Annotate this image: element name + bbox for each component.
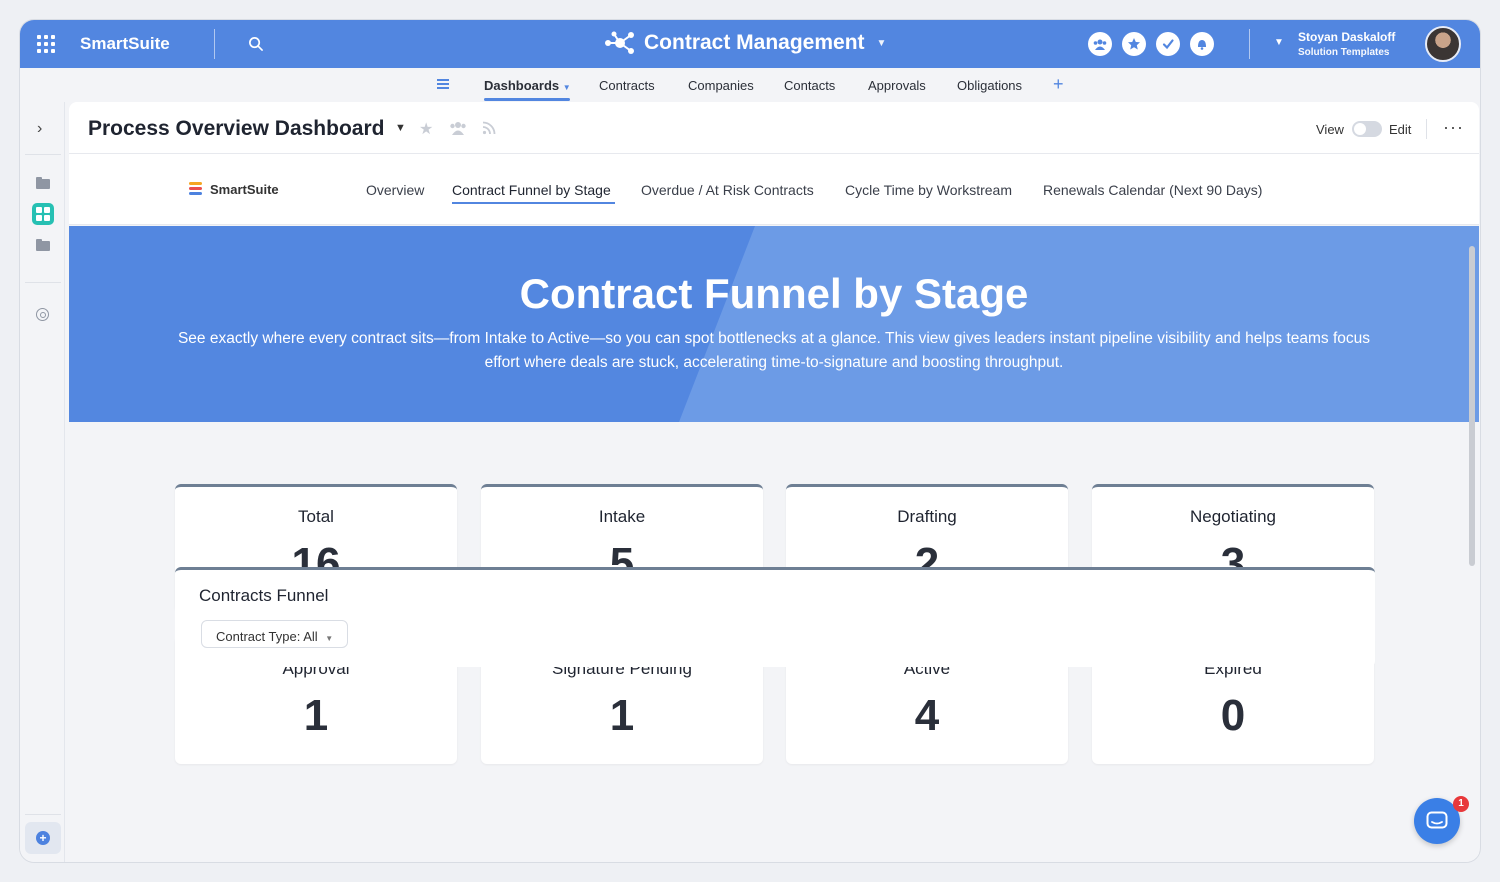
search-icon[interactable] [248,36,263,51]
stat-value: 0 [1220,691,1246,740]
folder-icon[interactable] [36,239,50,251]
team-icon[interactable] [1088,32,1112,56]
hero-title: Contract Funnel by Stage [519,270,1029,317]
workspace-selector[interactable]: Contract Management ▼ [604,31,886,55]
divider [1426,119,1427,139]
dashboard-icon[interactable] [32,203,54,225]
nav-companies[interactable]: Companies [688,78,754,93]
contracts-funnel-card: Contracts Funnel Contract Type: All ▼ [175,567,1375,667]
page-header: Process Overview Dashboard ▼ ★ View Edit… [69,102,1479,154]
divider [214,29,215,59]
smartsuite-logo-icon [189,182,202,196]
main-panel: Process Overview Dashboard ▼ ★ View Edit… [69,102,1479,862]
nav-contacts[interactable]: Contacts [784,78,835,93]
nav-contracts[interactable]: Contracts [599,78,655,93]
help-icon[interactable] [36,308,49,321]
add-button[interactable]: + [25,822,61,854]
left-rail: › + [20,102,65,862]
bell-icon[interactable] [1190,32,1214,56]
logo-text: SmartSuite [210,182,279,197]
user-subtitle: Solution Templates [1298,47,1390,58]
divider [25,282,61,283]
dashboard-tabs: SmartSuite Overview Contract Funnel by S… [69,154,1479,225]
divider [1249,29,1250,59]
workspace-name: Contract Management [644,31,865,54]
nav-dashboards[interactable]: Dashboards ▼ [484,78,571,93]
stat-label: Drafting [897,507,957,526]
edit-mode-label: Edit [1389,122,1412,137]
scrollbar[interactable] [1469,246,1475,566]
stat-label: Total [298,507,334,526]
share-people-icon[interactable] [449,121,467,135]
funnel-title: Contracts Funnel [199,586,329,605]
folder-icon[interactable] [36,177,50,189]
tab-overview[interactable]: Overview [366,182,424,198]
menu-icon[interactable] [437,79,449,89]
tab-active-indicator [452,202,615,204]
divider [25,814,61,815]
chevron-down-icon: ▼ [325,634,334,643]
nav-active-indicator [484,98,570,101]
expand-sidebar-icon[interactable]: › [37,120,42,138]
chevron-down-icon[interactable]: ▼ [1274,37,1284,48]
filter-label: Contract Type: All [216,629,318,644]
more-options-icon[interactable]: ··· [1443,117,1464,138]
hero-description: See exactly where every contract sits—fr… [177,330,1371,371]
chevron-down-icon[interactable]: ▼ [395,122,406,134]
chevron-down-icon: ▼ [876,37,887,49]
view-mode-label: View [1316,122,1344,137]
check-icon[interactable] [1156,32,1180,56]
tab-cycle-time[interactable]: Cycle Time by Workstream [845,182,1012,198]
stat-label: Intake [598,507,646,526]
page-title[interactable]: Process Overview Dashboard [88,117,384,141]
top-bar: SmartSuite Contract Management ▼ ▼ Stoya… [20,20,1480,68]
stat-value: 1 [303,691,329,740]
notification-badge: 1 [1453,796,1469,812]
hero-banner: Contract Funnel by Stage See exactly whe… [69,226,1479,422]
top-actions [1088,32,1214,56]
add-module-button[interactable]: + [1053,74,1064,95]
nav-approvals[interactable]: Approvals [868,78,926,93]
stat-label: Negotiating [1189,507,1276,526]
tab-overdue-at-risk[interactable]: Overdue / At Risk Contracts [641,182,814,198]
app-window: SmartSuite Contract Management ▼ ▼ Stoya… [20,20,1480,862]
apps-grid-icon[interactable] [37,35,55,53]
favorite-star-icon[interactable]: ★ [419,119,433,139]
workspace-network-icon [605,31,634,54]
brand-name[interactable]: SmartSuite [80,34,170,54]
user-name[interactable]: Stoyan Daskaloff [1298,30,1395,44]
divider [25,154,61,155]
contract-type-filter[interactable]: Contract Type: All ▼ [201,620,349,648]
hero-decoration [679,226,1479,422]
rss-feed-icon[interactable] [482,121,496,135]
plus-icon: + [36,831,50,845]
chat-icon [1426,811,1448,829]
avatar[interactable] [1425,26,1461,62]
module-nav: Dashboards ▼ Contracts Companies Contact… [20,68,1480,102]
stat-value: 4 [914,691,940,740]
star-circle-icon[interactable] [1122,32,1146,56]
stat-value: 1 [609,691,635,740]
nav-obligations[interactable]: Obligations [957,78,1022,93]
tab-contract-funnel[interactable]: Contract Funnel by Stage [452,182,611,198]
view-edit-toggle[interactable] [1352,121,1382,137]
tab-renewals-calendar[interactable]: Renewals Calendar (Next 90 Days) [1043,182,1262,198]
